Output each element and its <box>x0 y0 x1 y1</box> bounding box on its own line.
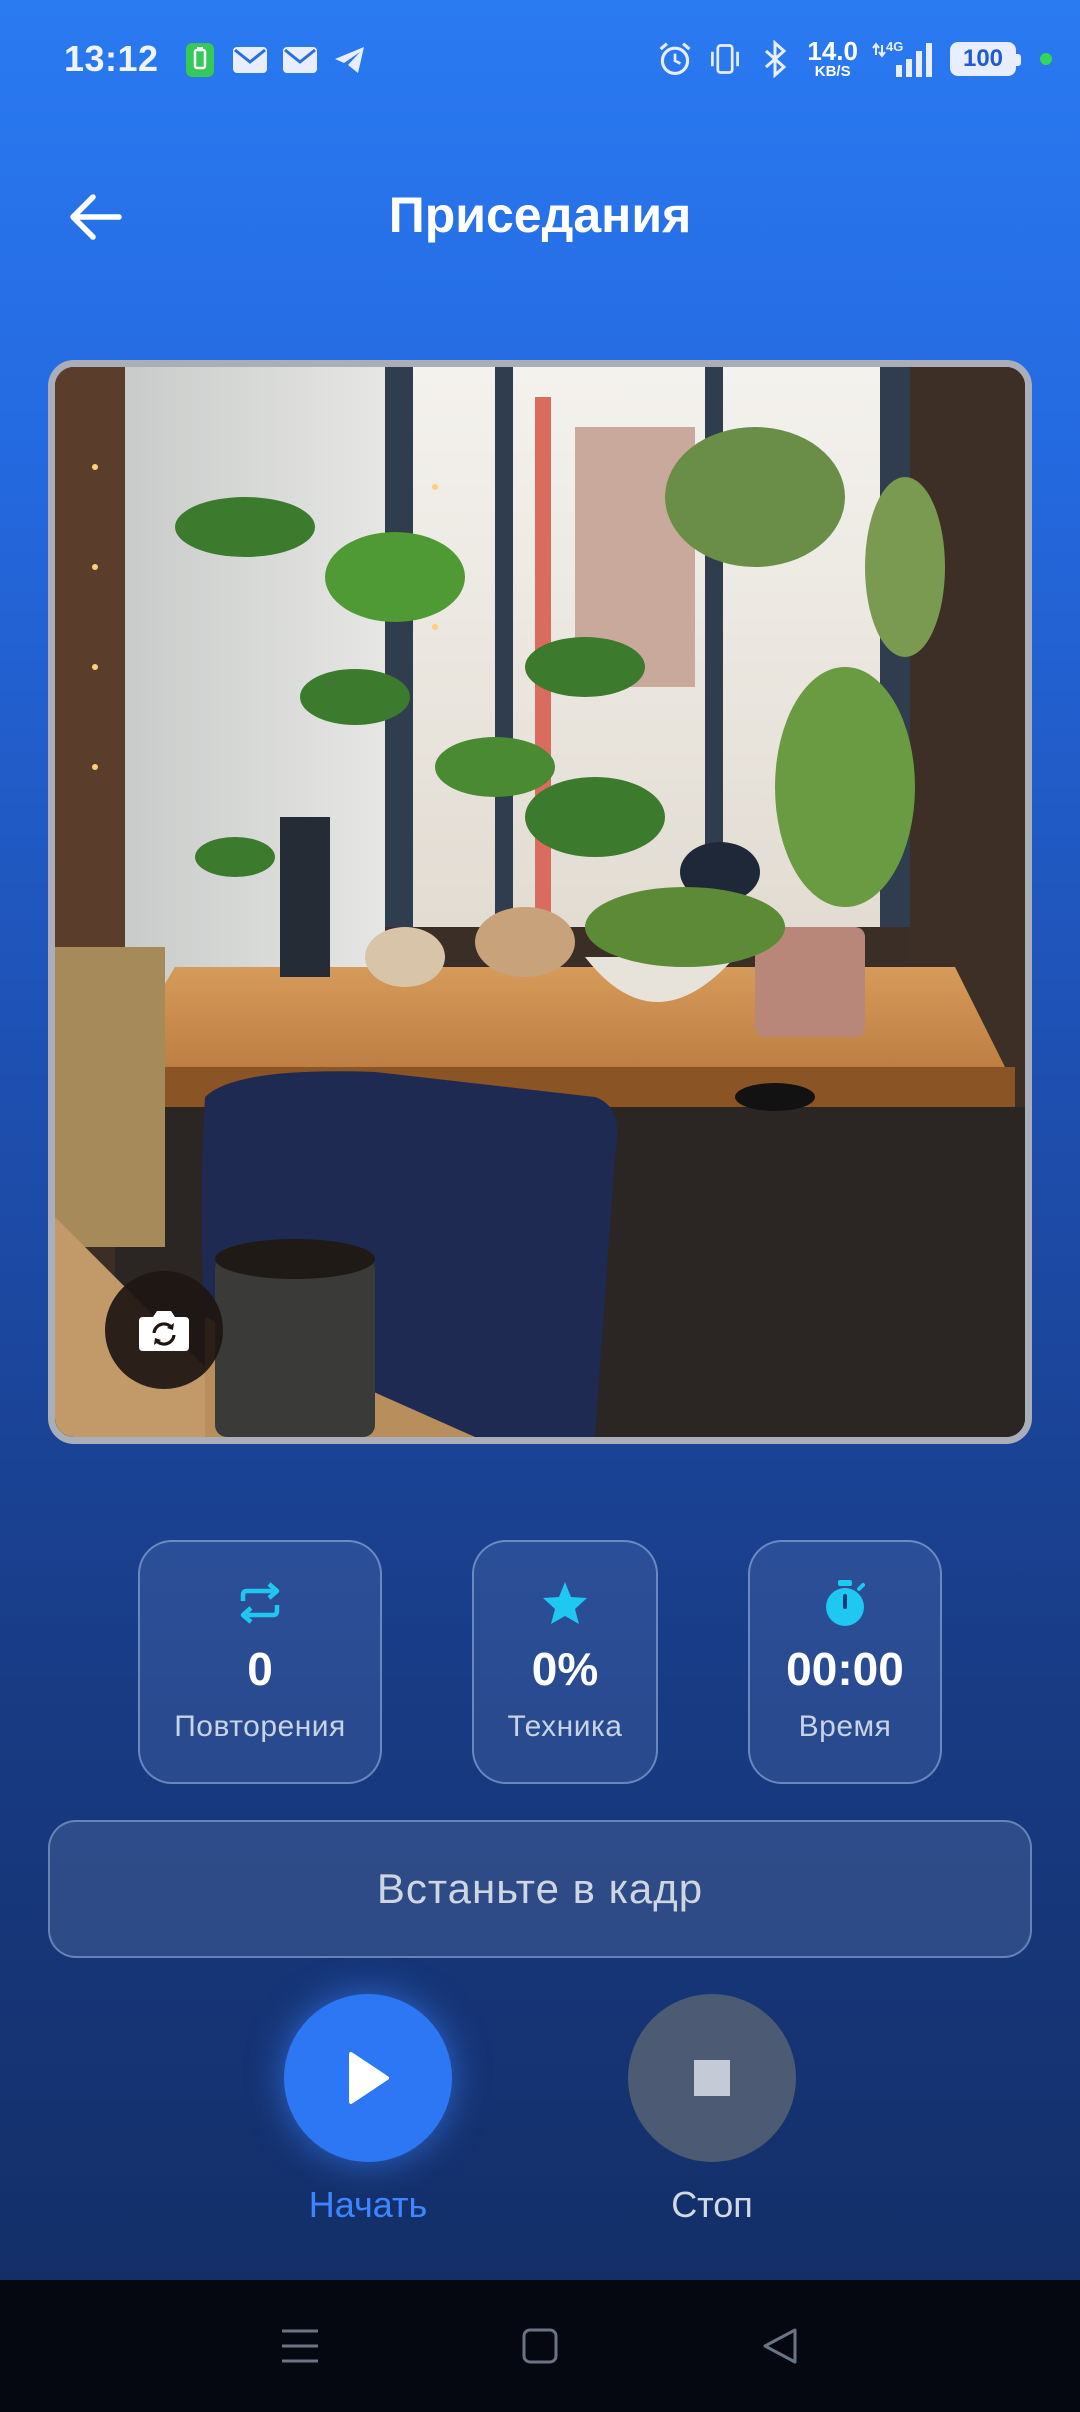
signal-icon: 4G <box>872 39 936 77</box>
camera-feed-image <box>55 367 1025 1437</box>
stop-label: Стоп <box>671 2184 753 2225</box>
battery-saver-icon <box>182 42 218 78</box>
star-icon <box>541 1578 589 1628</box>
network-speed-value: 14.0 <box>807 36 858 66</box>
reps-value: 0 <box>247 1643 273 1695</box>
status-prompt: Встаньте в кадр <box>48 1820 1032 1958</box>
notification-icons <box>182 42 368 78</box>
mail-icon <box>282 42 318 78</box>
battery-indicator: 100 <box>950 41 1021 76</box>
play-icon <box>349 2052 389 2104</box>
mail-icon <box>232 42 268 78</box>
reps-label: Повторения <box>174 1710 346 1743</box>
header: Приседания <box>0 170 1080 260</box>
triangle-back-icon <box>763 2328 797 2364</box>
system-icons: 14.0 KB/S 4G 100 <box>657 38 1052 79</box>
time-label: Время <box>798 1710 892 1743</box>
network-type-label: 4G <box>886 39 903 54</box>
camera-preview <box>48 360 1032 1444</box>
status-time: 13:12 <box>64 38 159 79</box>
telegram-icon <box>332 42 368 78</box>
alarm-icon <box>657 41 693 77</box>
network-speed: 14.0 KB/S <box>807 38 858 79</box>
time-card: 00:00 Время <box>748 1540 942 1784</box>
network-speed-unit: KB/S <box>814 63 851 80</box>
time-value: 00:00 <box>786 1643 904 1695</box>
status-bar: 13:12 14.0 KB/S 4G 100 <box>0 0 1080 124</box>
home-nav-button[interactable] <box>500 2306 580 2386</box>
stop-button[interactable] <box>628 1994 796 2162</box>
menu-nav-button[interactable] <box>260 2306 340 2386</box>
technique-card: 0% Техника <box>472 1540 658 1784</box>
repeat-icon <box>237 1578 283 1628</box>
stats-panel: 0 Повторения 0% Техника 00:00 Время <box>0 1540 1080 1784</box>
start-control: Начать <box>283 1994 453 2226</box>
bluetooth-icon <box>757 39 793 78</box>
reps-card: 0 Повторения <box>138 1540 382 1784</box>
stop-control: Стоп <box>627 1994 797 2226</box>
back-nav-button[interactable] <box>740 2306 820 2386</box>
vibrate-icon <box>707 41 743 77</box>
camera-switch-icon <box>139 1311 189 1351</box>
page-title: Приседания <box>388 187 692 243</box>
technique-value: 0% <box>531 1643 599 1695</box>
privacy-indicator-dot <box>1040 52 1052 65</box>
stopwatch-icon <box>823 1578 867 1628</box>
menu-icon <box>282 2329 318 2363</box>
start-label: Начать <box>308 2184 428 2225</box>
home-icon <box>522 2328 558 2364</box>
start-button[interactable] <box>284 1994 452 2162</box>
system-navigation-bar <box>0 2280 1080 2412</box>
switch-camera-button[interactable] <box>105 1271 223 1389</box>
stop-icon <box>694 2060 730 2096</box>
technique-label: Техника <box>507 1710 623 1743</box>
